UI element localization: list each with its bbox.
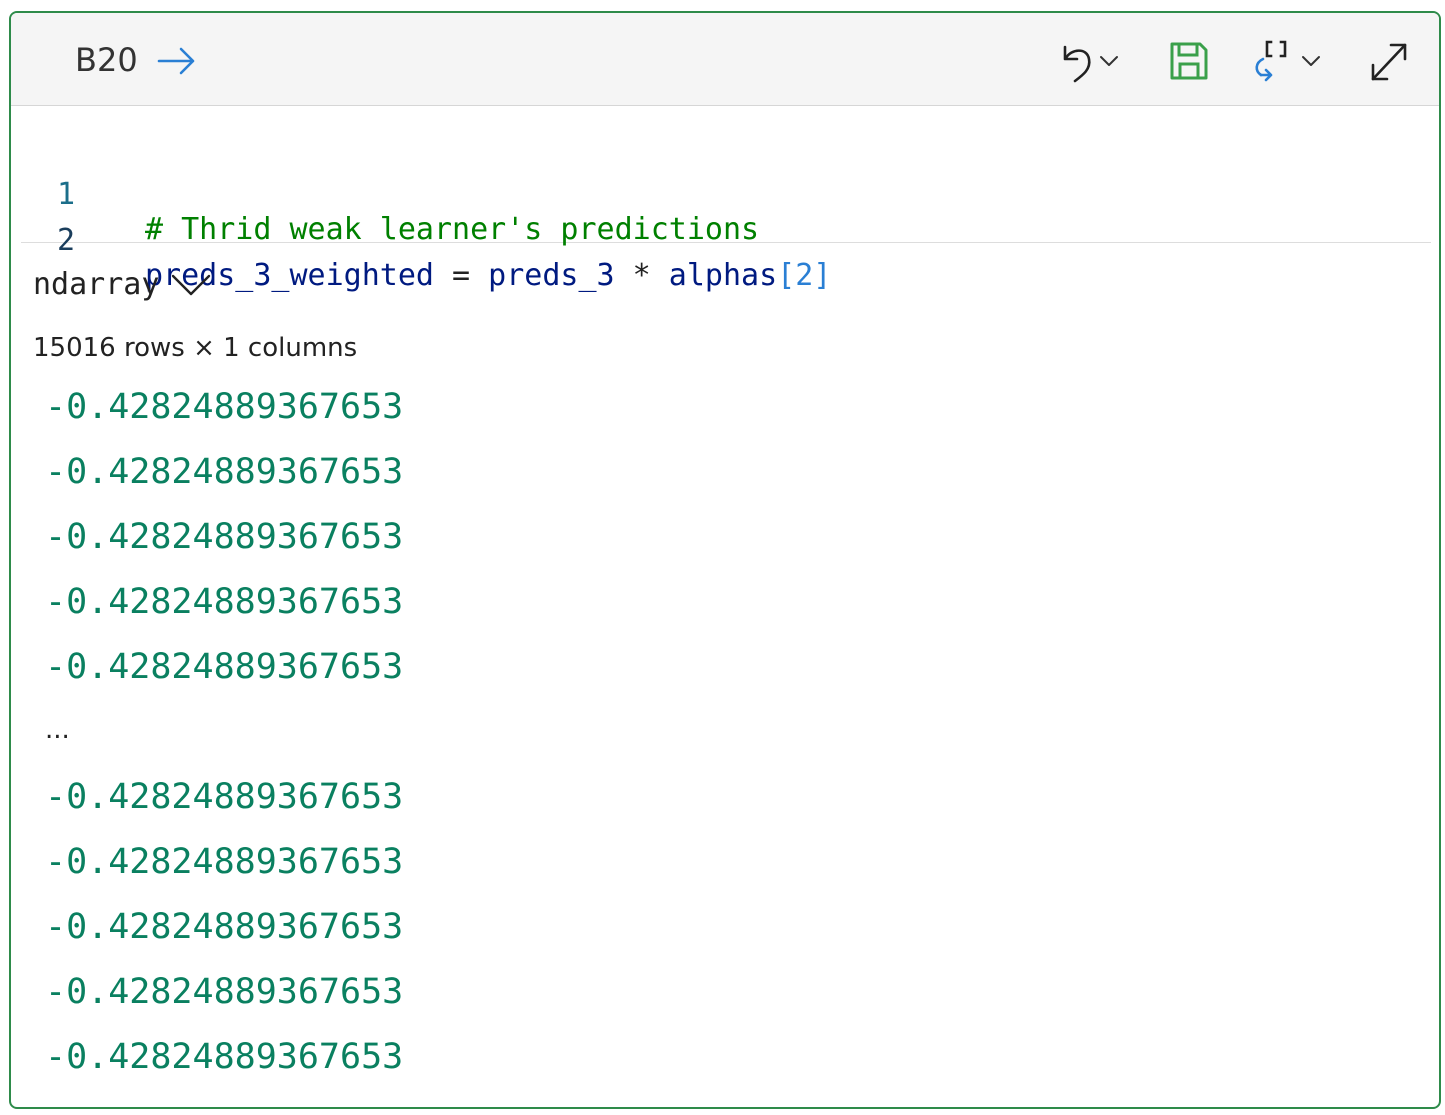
arrow-right-icon [157, 47, 195, 75]
output-value: -0.42824889367653 [45, 582, 404, 622]
code-variable: preds_3 [488, 258, 615, 293]
output-shape: 15016 rows × 1 columns [33, 333, 358, 363]
output-type-dropdown[interactable]: ndarray [33, 267, 211, 302]
chevron-down-icon [1302, 56, 1320, 66]
chevron-down-icon [172, 274, 211, 295]
go-to-cell-button[interactable] [157, 43, 197, 79]
code-index: 2 [795, 258, 814, 293]
output-value: -0.42824889367653 [45, 777, 404, 817]
code-bracket: [ [777, 258, 796, 293]
output-values: -0.42824889367653 -0.42824889367653 -0.4… [45, 375, 745, 1090]
cell-header: B20 [11, 13, 1439, 106]
line-number: 2 [57, 223, 76, 258]
code-line: 2 preds_3_weighted = preds_3 * alphas[2] [21, 188, 1431, 293]
output-value: -0.42824889367653 [45, 1037, 404, 1077]
undo-icon [1063, 45, 1091, 83]
output-value: -0.42824889367653 [45, 452, 404, 492]
code-statement: preds_3_weighted = preds_3 * alphas[2] [145, 258, 831, 293]
code-operator: = [433, 258, 489, 293]
save-button[interactable] [1169, 37, 1209, 85]
save-icon [1170, 42, 1208, 80]
code-line: 1 # Thrid weak learner's predictions [21, 142, 1431, 247]
code-variable: alphas [668, 258, 778, 293]
output-value: -0.42824889367653 [45, 517, 404, 557]
bracket-convert-icon [1255, 40, 1287, 82]
output-value: -0.42824889367653 [45, 387, 404, 427]
code-operator: * [614, 258, 669, 293]
output-value: -0.42824889367653 [45, 907, 404, 947]
chevron-down-icon [1100, 56, 1118, 66]
output-value: -0.42824889367653 [45, 972, 404, 1012]
code-editor[interactable]: 1 # Thrid weak learner's predictions 2 p… [21, 106, 1431, 293]
expand-button[interactable] [1367, 37, 1411, 85]
output-value: -0.42824889367653 [45, 647, 404, 687]
output-ellipsis: ... [45, 715, 70, 745]
convert-output-button[interactable] [1251, 37, 1323, 85]
code-bracket: ] [813, 258, 832, 293]
undo-button[interactable] [1057, 37, 1121, 85]
expand-icon [1371, 43, 1407, 81]
output-value: -0.42824889367653 [45, 842, 404, 882]
python-cell-editor: B20 1 # Thrid weak learner's predictions… [9, 11, 1441, 1109]
output-type-label: ndarray [33, 267, 160, 302]
cell-reference: B20 [75, 41, 138, 79]
